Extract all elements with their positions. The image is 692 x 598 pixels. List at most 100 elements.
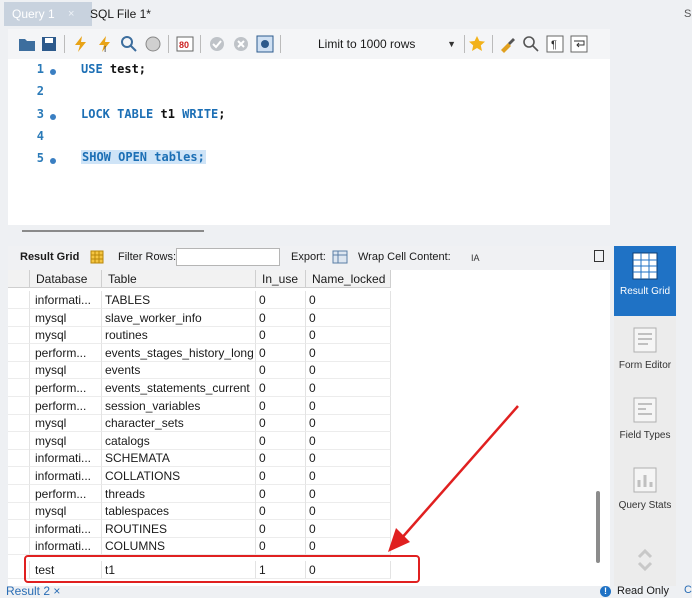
grid-cell[interactable]: 0 [256, 502, 306, 521]
grid-cell[interactable]: 0 [306, 308, 391, 327]
grid-cell[interactable]: 0 [306, 379, 391, 397]
grid-cell[interactable]: events_statements_current [102, 379, 256, 397]
row-selector[interactable] [8, 449, 30, 468]
grid-cell[interactable]: informati... [30, 291, 102, 309]
row-selector[interactable] [8, 484, 30, 503]
grid-cell[interactable]: ROUTINES [102, 519, 256, 538]
table-row[interactable]: mysql slave_worker_info 0 0 [8, 308, 391, 327]
grid-cell[interactable]: informati... [30, 519, 102, 538]
table-row[interactable]: perform... events_statements_current 0 0 [8, 379, 391, 397]
commit-icon[interactable] [208, 35, 226, 53]
code-line-3[interactable]: LOCK TABLE t1 WRITE; [81, 107, 226, 121]
query-stats-panel-button[interactable]: Query Stats [614, 460, 676, 530]
row-selector[interactable] [8, 431, 30, 450]
grid-scrollbar[interactable] [596, 491, 600, 563]
table-row[interactable]: mysql routines 0 0 [8, 326, 391, 345]
execute-lightning-icon[interactable] [72, 35, 90, 53]
table-row[interactable]: informati... ROUTINES 0 0 [8, 519, 391, 538]
table-row[interactable]: informati... COLUMNS 0 0 [8, 537, 391, 556]
code-line-5-selected[interactable]: SHOW OPEN tables; [81, 150, 206, 164]
table-row[interactable]: perform... events_stages_history_long 0 0 [8, 343, 391, 362]
grid-cell[interactable]: mysql [30, 431, 102, 450]
grid-cell[interactable]: mysql [30, 502, 102, 521]
sql-editor[interactable]: 1 USE test; 2 3 LOCK TABLE t1 WRITE; 4 5… [8, 59, 610, 225]
row-selector[interactable] [8, 414, 30, 433]
grid-cell[interactable]: perform... [30, 396, 102, 415]
table-row[interactable]: mysql tablespaces 0 0 [8, 502, 391, 521]
grid-cell[interactable]: mysql [30, 414, 102, 433]
grid-cell[interactable]: 0 [256, 449, 306, 468]
form-editor-panel-button[interactable]: Form Editor [614, 320, 676, 390]
grid-cell[interactable]: mysql [30, 361, 102, 380]
code-line-1[interactable]: USE test; [81, 62, 146, 76]
grid-cell[interactable]: 0 [256, 396, 306, 415]
panel-scroll-button[interactable] [614, 546, 676, 574]
beautify-brush-icon[interactable] [498, 35, 516, 53]
grid-cell[interactable]: catalogs [102, 431, 256, 450]
panel-toggle-icon[interactable] [594, 250, 604, 262]
grid-cell[interactable]: slave_worker_info [102, 308, 256, 327]
grid-cell[interactable]: SCHEMATA [102, 449, 256, 468]
table-row[interactable]: informati... COLLATIONS 0 0 [8, 467, 391, 485]
wrap-cell-icon[interactable]: IA [470, 251, 482, 263]
grid-cell[interactable]: perform... [30, 343, 102, 362]
export-icon[interactable] [332, 250, 348, 264]
add-snippet-star-icon[interactable] [468, 35, 486, 53]
execute-current-icon[interactable]: I [96, 35, 114, 53]
find-magnifier-icon[interactable] [522, 35, 540, 53]
grid-cell[interactable]: 0 [306, 484, 391, 503]
grid-cell[interactable]: 0 [306, 467, 391, 485]
row-selector[interactable] [8, 467, 30, 485]
grid-cell[interactable]: mysql [30, 326, 102, 345]
table-row[interactable]: informati... SCHEMATA 0 0 [8, 449, 391, 468]
grid-cell[interactable]: routines [102, 326, 256, 345]
grid-cell[interactable]: 0 [306, 431, 391, 450]
column-header[interactable]: In_use [256, 270, 306, 288]
tab-query-1[interactable]: Query 1 × [4, 2, 92, 26]
editor-result-splitter[interactable] [22, 230, 204, 232]
row-selector[interactable] [8, 343, 30, 362]
close-icon[interactable]: × [68, 2, 74, 26]
grid-cell[interactable]: perform... [30, 379, 102, 397]
grid-cell[interactable]: 0 [256, 343, 306, 362]
grid-cell[interactable]: COLUMNS [102, 537, 256, 556]
grid-cell[interactable]: 0 [306, 414, 391, 433]
wrap-lines-icon[interactable] [570, 35, 588, 53]
grid-cell[interactable]: 0 [256, 414, 306, 433]
grid-cell[interactable]: 0 [306, 502, 391, 521]
row-selector[interactable] [8, 308, 30, 327]
grid-cell[interactable]: informati... [30, 467, 102, 485]
result-grid-label[interactable]: Result Grid [20, 251, 79, 263]
save-icon[interactable] [40, 35, 58, 53]
row-selector[interactable] [8, 291, 30, 309]
column-header[interactable]: Name_locked [306, 270, 391, 288]
table-row[interactable]: mysql catalogs 0 0 [8, 431, 391, 450]
grid-cell[interactable]: informati... [30, 537, 102, 556]
rollback-icon[interactable] [232, 35, 250, 53]
row-selector[interactable] [8, 502, 30, 521]
grid-cell[interactable]: 0 [256, 379, 306, 397]
grid-cell[interactable]: 0 [256, 431, 306, 450]
grid-cell[interactable]: 0 [306, 343, 391, 362]
open-folder-icon[interactable] [18, 35, 36, 53]
grid-cell[interactable]: mysql [30, 308, 102, 327]
grid-cell[interactable]: events [102, 361, 256, 380]
tab-sql-file-1[interactable]: SQL File 1* [82, 2, 172, 26]
grid-cell[interactable]: 0 [256, 484, 306, 503]
table-row[interactable]: perform... threads 0 0 [8, 484, 391, 503]
grid-cell[interactable]: 0 [256, 361, 306, 380]
grid-cell[interactable]: 0 [306, 449, 391, 468]
toggle-error-icon[interactable]: 80 [176, 35, 194, 53]
table-row[interactable]: perform... session_variables 0 0 [8, 396, 391, 415]
grid-cell[interactable]: 0 [306, 537, 391, 556]
row-selector[interactable] [8, 519, 30, 538]
grid-cell[interactable]: 0 [306, 396, 391, 415]
grid-cell[interactable]: character_sets [102, 414, 256, 433]
grid-cell[interactable]: TABLES [102, 291, 256, 309]
table-row[interactable]: mysql events 0 0 [8, 361, 391, 380]
grid-cell[interactable]: 0 [306, 361, 391, 380]
grid-cell[interactable]: COLLATIONS [102, 467, 256, 485]
grid-cell[interactable]: 0 [306, 519, 391, 538]
grid-cell[interactable]: perform... [30, 484, 102, 503]
grid-cell[interactable]: session_variables [102, 396, 256, 415]
